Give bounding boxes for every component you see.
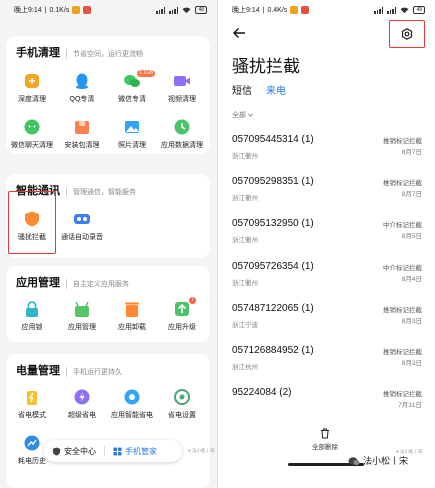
phone-clean-card: 手机清理 节省空间，运行更流畅 深度清理 QQ专清 微信专清 1.1GB 视频清… [6, 36, 210, 154]
power-settings-icon [174, 389, 190, 405]
watermark: ● 法小松丨宋 [188, 448, 215, 453]
section-title: 手机清理 [16, 47, 60, 59]
back-arrow-icon[interactable] [232, 27, 246, 39]
photo-clean-button[interactable]: 照片清理 [107, 118, 157, 150]
app-manage-card: 应用管理 自主定义应用服务 应用锁 应用管理 应用卸载 应用升级 1 [6, 266, 210, 342]
qq-clean-button[interactable]: QQ专清 [57, 72, 107, 104]
section-subtitle: 管理通信，智能服务 [66, 187, 136, 197]
tab-calls[interactable]: 来电 [266, 82, 286, 97]
upgrade-icon [175, 302, 189, 316]
smart-comm-card: 智能通讯 管理通信，智能服务 骚扰拦截 通话自动录音 [6, 174, 210, 258]
size-badge: 1.1GB [137, 70, 156, 77]
smart-saver-button[interactable]: 应用智能省电 [107, 388, 157, 420]
app-data-icon [174, 119, 190, 135]
super-saver-button[interactable]: 超级省电 [57, 388, 107, 420]
auto-call-record-button[interactable]: 通话自动录音 [57, 210, 107, 242]
video-icon [174, 76, 190, 86]
phone-manager-button[interactable]: 手机管家 [105, 446, 165, 457]
signal-icon [374, 6, 384, 14]
deep-clean-button[interactable]: 深度清理 [7, 72, 57, 104]
qq-icon [76, 73, 88, 89]
app-lock-icon [26, 301, 38, 317]
status-bar: 晚上9:14 | 0.4K/s 48 [218, 0, 435, 20]
deep-clean-icon [25, 74, 39, 88]
notification-icon [83, 6, 92, 14]
signal-icon [156, 6, 166, 14]
super-saver-icon [74, 389, 90, 405]
battery-icon: 48 [413, 6, 425, 14]
call-record-icon [74, 214, 90, 224]
list-item[interactable]: 057487122065 (1) 浙江宁波 推销标记拦截 8月3日 [232, 303, 422, 339]
list-item[interactable]: 057095298351 (1) 浙江衢州 推销标记拦截 8月7日 [232, 176, 422, 212]
status-bar: 晚上9:14 | 0.1K/s 48 [0, 0, 217, 20]
grid-icon [113, 446, 122, 456]
section-title: 电量管理 [16, 365, 60, 377]
trash-icon [321, 428, 329, 439]
notification-icon [72, 6, 81, 14]
tab-sms[interactable]: 短信 [232, 82, 252, 97]
video-clean-button[interactable]: 视频清理 [157, 72, 207, 104]
list-item[interactable]: 057126884952 (1) 浙江杭州 推销标记拦截 8月2日 [232, 345, 422, 381]
delete-all-button[interactable]: 全部删除 [303, 428, 347, 451]
app-uninstall-button[interactable]: 应用卸载 [107, 300, 157, 332]
security-center-button[interactable]: 安全中心 [44, 446, 104, 457]
battery-saver-icon [27, 391, 37, 405]
wechat-logo-icon [348, 456, 360, 465]
app-data-clean-button[interactable]: 应用数据清理 [157, 118, 207, 150]
power-manage-card: 电量管理 手机运行更持久 省电模式 超级省电 应用智能省电 省电设置 耗电历史 [6, 354, 210, 488]
power-settings-button[interactable]: 省电设置 [157, 388, 207, 420]
tab-bar: 短信 来电 [232, 82, 286, 97]
gear-icon[interactable] [401, 28, 413, 40]
phone-manager-screen: 晚上9:14 | 0.1K/s 48 手机清理 节省空间，运行更流畅 深度清理 … [0, 0, 217, 488]
list-item[interactable]: 95224084 (2) 推销标记拦截 7月31日 [232, 387, 422, 423]
list-item[interactable]: 057095132950 (1) 浙江衢州 中介标记拦截 8月5日 [232, 218, 422, 254]
page-title: 骚扰拦截 [232, 57, 300, 76]
highlight-box [8, 191, 56, 254]
app-lock-button[interactable]: 应用锁 [7, 300, 57, 332]
list-item[interactable]: 057095726354 (1) 浙江衢州 中介标记拦截 8月4日 [232, 261, 422, 297]
status-speed: 0.4K/s [267, 6, 288, 14]
wifi-icon [183, 7, 191, 13]
uninstall-icon [125, 302, 139, 317]
section-subtitle: 手机运行更持久 [66, 367, 122, 377]
app-upgrade-button[interactable]: 应用升级 [157, 300, 207, 332]
battery-saver-button[interactable]: 省电模式 [7, 388, 57, 420]
package-icon [75, 121, 89, 134]
section-subtitle: 节省空间，运行更流畅 [66, 49, 143, 59]
status-speed: 0.1K/s [49, 6, 70, 14]
wechat-chat-icon [24, 119, 40, 135]
photo-icon [125, 121, 139, 133]
list-item[interactable]: 057095445314 (1) 浙江衢州 推销标记拦截 8月7日 [232, 134, 422, 170]
update-count-badge: 1 [189, 297, 196, 304]
app-manage-icon [75, 301, 89, 317]
filter-dropdown[interactable]: 全部 [232, 110, 253, 120]
signal-icon [387, 6, 397, 14]
section-subtitle: 自主定义应用服务 [66, 279, 129, 289]
smart-saver-icon [124, 389, 140, 405]
wechat-chat-clean-button[interactable]: 微信聊天清理 [7, 118, 57, 150]
battery-icon: 48 [195, 6, 207, 14]
power-history-icon [24, 435, 40, 451]
status-time: 晚上9:14 [14, 7, 42, 14]
chevron-down-icon [248, 113, 253, 117]
section-title: 应用管理 [16, 277, 60, 289]
bottom-floating-bar: 安全中心 手机管家 [44, 440, 182, 462]
notification-icon [290, 6, 299, 14]
app-manage-button[interactable]: 应用管理 [57, 300, 107, 332]
harassment-block-screen: 晚上9:14 | 0.4K/s 48 骚扰拦截 短信 来电 全部 0570954… [218, 0, 435, 488]
shield-icon [52, 446, 61, 456]
status-time: 晚上9:14 [232, 7, 260, 14]
package-clean-button[interactable]: 安装包清理 [57, 118, 107, 150]
signal-icon [169, 6, 179, 14]
wifi-icon [401, 7, 409, 13]
watermark: 法小松丨宋 [348, 454, 408, 467]
notification-icon [301, 6, 310, 14]
